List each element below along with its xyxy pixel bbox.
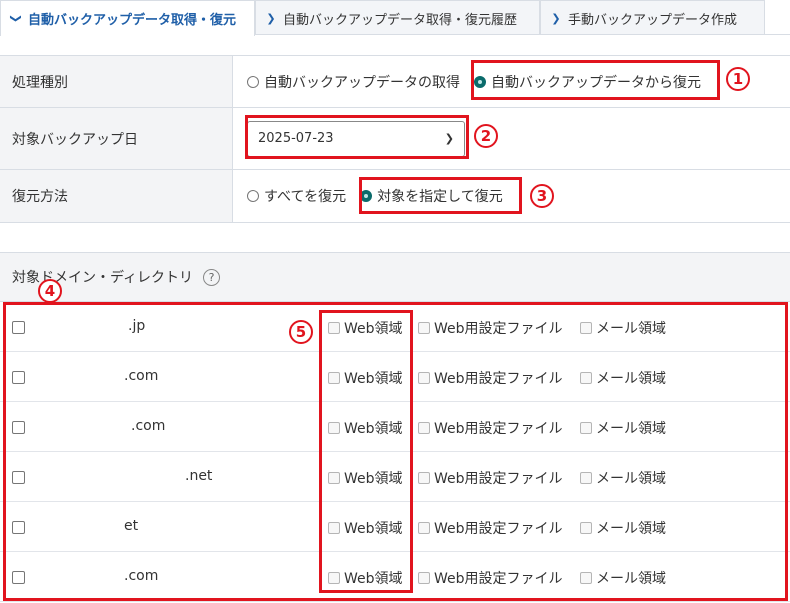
help-icon[interactable]: ?: [203, 268, 221, 286]
radio-restore-all[interactable]: すべてを復元: [247, 186, 346, 206]
chevron-down-icon: ❯: [9, 13, 23, 24]
chevron-right-icon: ❯: [551, 11, 561, 25]
radio-label: 自動バックアップデータの取得: [264, 74, 460, 91]
radio-circle[interactable]: [247, 190, 259, 202]
restore-method-label: 復元方法: [0, 170, 233, 222]
annotation-badge-5: 5: [289, 320, 313, 344]
annotation-box-1: [471, 60, 720, 100]
domain-section-header: 対象ドメイン・ディレクトリ ?: [0, 252, 790, 302]
tab-auto-backup-history[interactable]: ❯ 自動バックアップデータ取得・復元履歴: [255, 0, 540, 35]
tab-auto-backup-restore[interactable]: ❯ 自動バックアップデータ取得・復元: [0, 0, 255, 36]
annotation-box-2: [245, 115, 469, 159]
tab-label: 手動バックアップデータ作成: [568, 12, 738, 28]
radio-circle[interactable]: [247, 75, 259, 88]
annotation-badge-3: 3: [530, 184, 554, 208]
radio-get-backup[interactable]: 自動バックアップデータの取得: [247, 72, 460, 92]
annotation-box-3: [359, 177, 522, 214]
tab-label: 自動バックアップデータ取得・復元履歴: [283, 12, 518, 28]
process-type-label: 処理種別: [0, 56, 233, 107]
backup-date-label: 対象バックアップ日: [0, 108, 233, 169]
tab-bar: ❯ 自動バックアップデータ取得・復元 ❯ 自動バックアップデータ取得・復元履歴 …: [0, 0, 790, 36]
annotation-box-5: [319, 310, 413, 593]
annotation-badge-4: 4: [38, 279, 62, 303]
chevron-right-icon: ❯: [266, 11, 276, 25]
tab-label: 自動バックアップデータ取得・復元: [28, 13, 237, 28]
annotation-badge-2: 2: [474, 124, 498, 148]
radio-label: すべてを復元: [264, 189, 347, 205]
annotation-badge-1: 1: [726, 67, 750, 91]
tab-manual-backup[interactable]: ❯ 手動バックアップデータ作成: [540, 0, 765, 35]
